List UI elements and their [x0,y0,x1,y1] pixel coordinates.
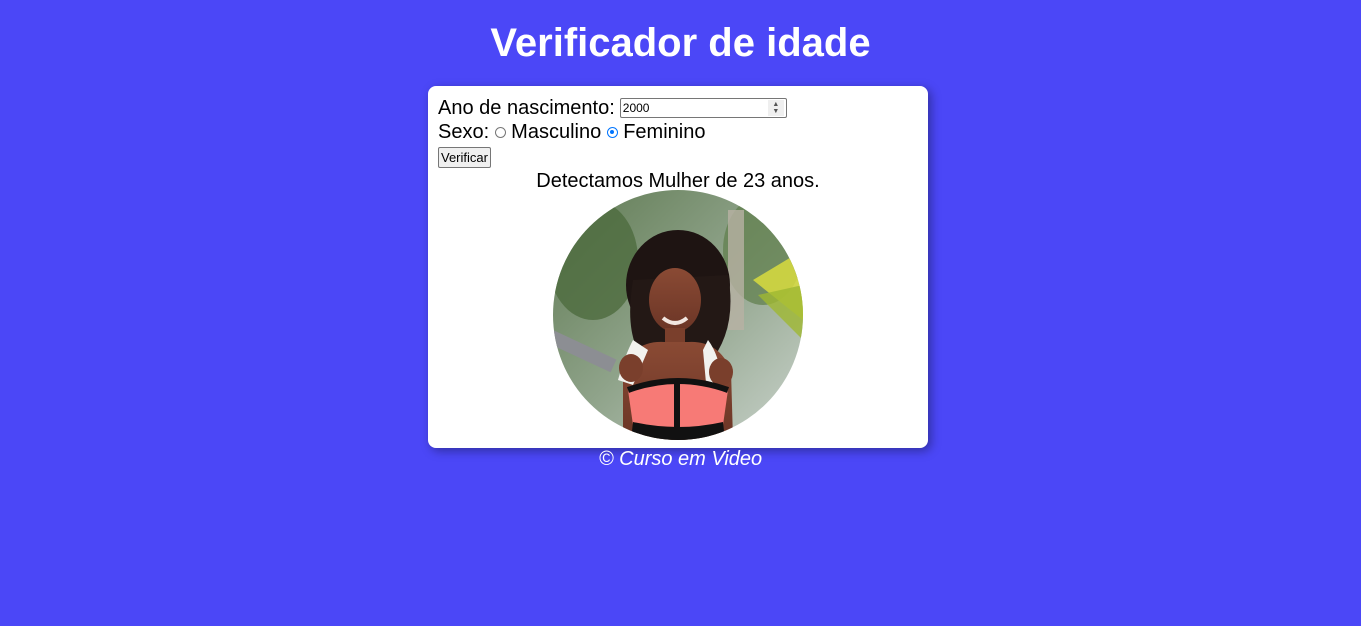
radio-label-feminino[interactable]: Feminino [623,121,705,144]
button-row: Verificar [438,144,918,168]
birth-year-label: Ano de nascimento: [438,97,615,119]
birth-year-field[interactable]: ▲ ▼ [619,98,787,118]
page-header: Verificador de idade [0,0,1361,67]
woman-photo-icon [553,190,803,440]
sex-label: Sexo: [438,121,490,143]
spin-up-icon[interactable]: ▲ [772,101,779,108]
birth-year-input[interactable] [620,99,763,117]
footer-text: © Curso em Video [598,448,763,470]
sex-row: Sexo: Masculino Feminino [438,120,918,144]
year-spinner[interactable]: ▲ ▼ [767,100,784,116]
radio-label-masculino[interactable]: Masculino [511,121,601,144]
spin-down-icon[interactable]: ▼ [772,108,779,115]
birth-year-row: Ano de nascimento: ▲ ▼ [438,96,918,120]
verify-button[interactable]: Verificar [438,147,491,168]
radio-masculino[interactable] [495,126,507,138]
verifier-card: Ano de nascimento: ▲ ▼ Sexo: Masculino F… [428,86,928,448]
radio-feminino[interactable] [607,126,619,138]
page-title: Verificador de idade [490,21,871,65]
footer: © Curso em Video [0,447,1361,471]
